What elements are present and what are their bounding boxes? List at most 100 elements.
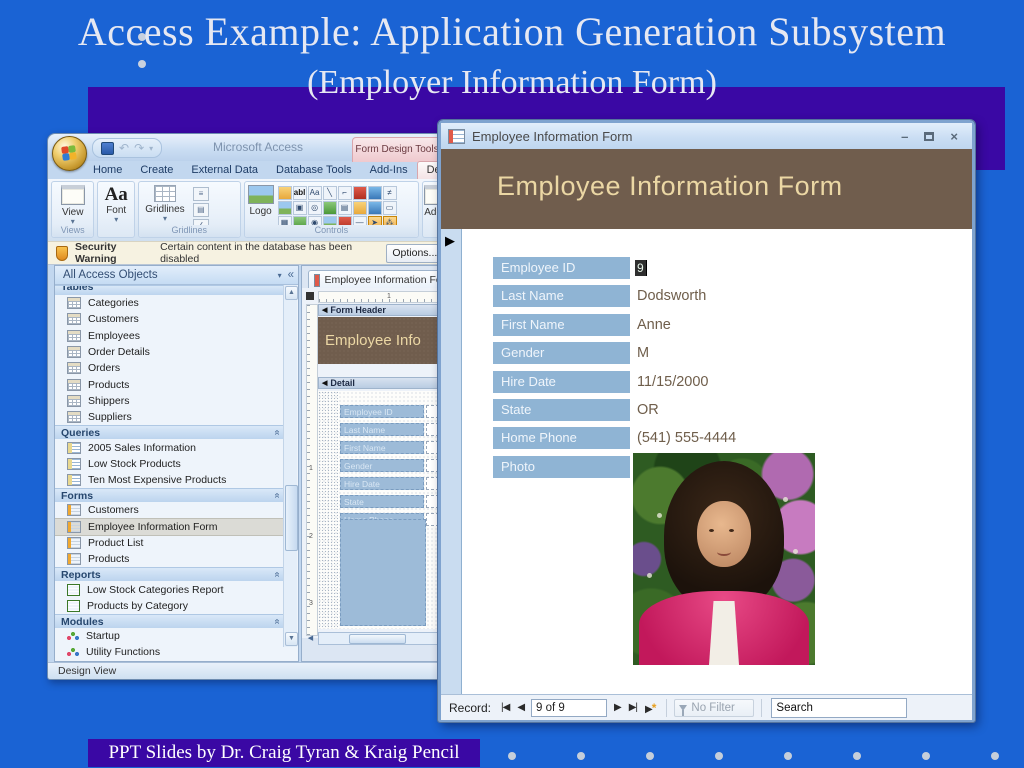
design-label[interactable]: Gender — [340, 459, 424, 472]
nav-item-table[interactable]: Order Details — [55, 344, 284, 360]
search-input[interactable] — [771, 698, 907, 718]
view-button[interactable]: View ▾ — [52, 182, 93, 226]
design-horizontal-scrollbar[interactable]: ◀ — [318, 632, 442, 645]
nav-item-query[interactable]: Ten Most Expensive Products — [55, 472, 284, 488]
toggle-control-icon[interactable] — [368, 201, 382, 215]
nav-item-table[interactable]: Categories — [55, 295, 284, 311]
rectangle-control-icon[interactable]: ▭ — [383, 201, 397, 215]
collapse-group-icon[interactable]: « — [272, 572, 283, 578]
design-label[interactable]: Hire Date — [340, 477, 424, 490]
nav-item-form[interactable]: Products — [55, 551, 284, 567]
nav-item-form-selected[interactable]: Employee Information Form — [55, 519, 284, 535]
shutter-bar-close-icon[interactable]: « — [288, 269, 294, 281]
tab-control-icon[interactable]: ⌐ — [338, 186, 352, 200]
design-label[interactable]: First Name — [340, 441, 424, 454]
hire-date-value[interactable]: 11/15/2000 — [637, 374, 709, 390]
employee-id-value[interactable]: 9 — [635, 260, 647, 276]
tab-add-ins[interactable]: Add-Ins — [361, 162, 417, 179]
form-header-section-bar[interactable]: ◀ Form Header — [318, 304, 445, 316]
checkbox-control-icon[interactable]: ▣ — [293, 201, 307, 215]
border-style-icon[interactable]: ≡ — [193, 187, 209, 201]
detail-section-bar[interactable]: ◀ Detail — [318, 377, 445, 389]
state-value[interactable]: OR — [637, 402, 659, 418]
last-record-button[interactable]: ▶| — [629, 702, 637, 713]
listbox-control-icon[interactable] — [323, 201, 337, 215]
first-record-button[interactable]: |◀ — [501, 702, 509, 713]
nav-item-table[interactable]: Employees — [55, 328, 284, 344]
tab-database-tools[interactable]: Database Tools — [267, 162, 361, 179]
nav-item-table[interactable]: Orders — [55, 360, 284, 376]
save-icon[interactable] — [101, 142, 114, 155]
scroll-left-icon[interactable]: ◀ — [305, 633, 316, 644]
option-control-icon[interactable]: ◎ — [308, 201, 322, 215]
collapse-group-icon[interactable]: « — [272, 493, 283, 499]
nav-item-table[interactable]: Suppliers — [55, 409, 284, 425]
no-filter-button[interactable]: No Filter — [674, 699, 754, 717]
nav-group-queries[interactable]: Queries« — [55, 425, 284, 439]
current-record-box[interactable]: 9 of 9 — [531, 699, 607, 717]
collapse-group-icon[interactable]: « — [272, 619, 283, 625]
image-control-icon[interactable] — [278, 201, 292, 215]
record-selector-strip[interactable]: ▶ — [441, 229, 462, 694]
design-photo-control[interactable] — [340, 519, 426, 626]
nav-item-report[interactable]: Low Stock Categories Report — [55, 581, 284, 597]
previous-record-button[interactable]: ◀ — [517, 702, 524, 713]
design-document-tab[interactable]: Employee Information Form — [308, 270, 446, 290]
button-control-icon[interactable] — [353, 201, 367, 215]
home-phone-value[interactable]: (541) 555-4444 — [637, 430, 736, 446]
qat-more-icon[interactable]: ▾ — [149, 143, 153, 154]
nav-group-tables[interactable]: Tables — [55, 285, 284, 295]
title-control-icon[interactable] — [278, 186, 292, 200]
undo-icon[interactable]: ↶ — [119, 143, 129, 154]
options-button[interactable]: Options... — [386, 244, 444, 263]
subform-control-icon[interactable] — [368, 186, 382, 200]
line-control-icon[interactable]: ╲ — [323, 186, 337, 200]
employee-photo[interactable] — [633, 453, 815, 665]
nav-item-table[interactable]: Products — [55, 376, 284, 392]
new-record-button[interactable]: ▶* — [645, 701, 655, 715]
collapse-group-icon[interactable]: « — [272, 430, 283, 436]
close-button[interactable]: × — [950, 129, 958, 144]
tab-home[interactable]: Home — [84, 162, 131, 179]
nav-item-module[interactable]: Startup — [55, 628, 284, 644]
nav-scrollbar[interactable]: ▲ ▼ — [283, 285, 297, 647]
design-label[interactable]: State — [340, 495, 424, 508]
nav-group-modules[interactable]: Modules« — [55, 614, 284, 628]
textbox-control-icon[interactable]: abl — [293, 186, 307, 200]
nav-item-module[interactable]: Utility Functions — [55, 644, 284, 660]
label-control-icon[interactable]: Aa — [308, 186, 322, 200]
nav-item-query[interactable]: 2005 Sales Information — [55, 439, 284, 455]
scrollbar-thumb[interactable] — [349, 634, 406, 644]
nav-item-table[interactable]: Shippers — [55, 393, 284, 409]
tab-external-data[interactable]: External Data — [182, 162, 267, 179]
nav-item-table[interactable]: Customers — [55, 311, 284, 327]
nav-item-form[interactable]: Product List — [55, 535, 284, 551]
design-label[interactable]: Employee ID — [340, 405, 424, 418]
first-name-value[interactable]: Anne — [637, 317, 671, 333]
scrollbar-thumb[interactable] — [285, 485, 298, 551]
office-button[interactable] — [52, 136, 87, 171]
form-selector-box[interactable] — [306, 292, 314, 300]
nav-group-reports[interactable]: Reports« — [55, 567, 284, 581]
next-record-button[interactable]: ▶ — [614, 702, 621, 713]
nav-item-form[interactable]: Customers — [55, 502, 284, 518]
design-label[interactable]: Last Name — [340, 423, 424, 436]
restore-button[interactable] — [924, 132, 934, 141]
scroll-down-icon[interactable]: ▼ — [285, 632, 298, 646]
nav-dropdown-icon[interactable]: ▾ — [278, 271, 282, 280]
last-name-value[interactable]: Dodsworth — [637, 288, 706, 304]
page-break-control-icon[interactable]: ≠ — [383, 186, 397, 200]
border-width-icon[interactable]: ▤ — [193, 203, 209, 217]
detail-grid-area[interactable]: Employee ID Last Name First Name Gender … — [318, 391, 445, 629]
nav-group-forms[interactable]: Forms« — [55, 488, 284, 502]
scroll-up-icon[interactable]: ▲ — [285, 286, 298, 300]
gender-value[interactable]: M — [637, 345, 649, 361]
form-title-bar[interactable]: Employee Information Form – × — [441, 123, 972, 149]
chart-control-icon[interactable] — [353, 186, 367, 200]
design-header-area[interactable]: Employee Info — [318, 317, 445, 364]
font-button[interactable]: Aa Font ▾ — [98, 182, 134, 224]
minimize-button[interactable]: – — [901, 129, 908, 144]
nav-item-report[interactable]: Products by Category — [55, 598, 284, 614]
redo-icon[interactable]: ↷ — [134, 143, 144, 154]
nav-pane-header[interactable]: All Access Objects ▾ « — [55, 266, 298, 285]
